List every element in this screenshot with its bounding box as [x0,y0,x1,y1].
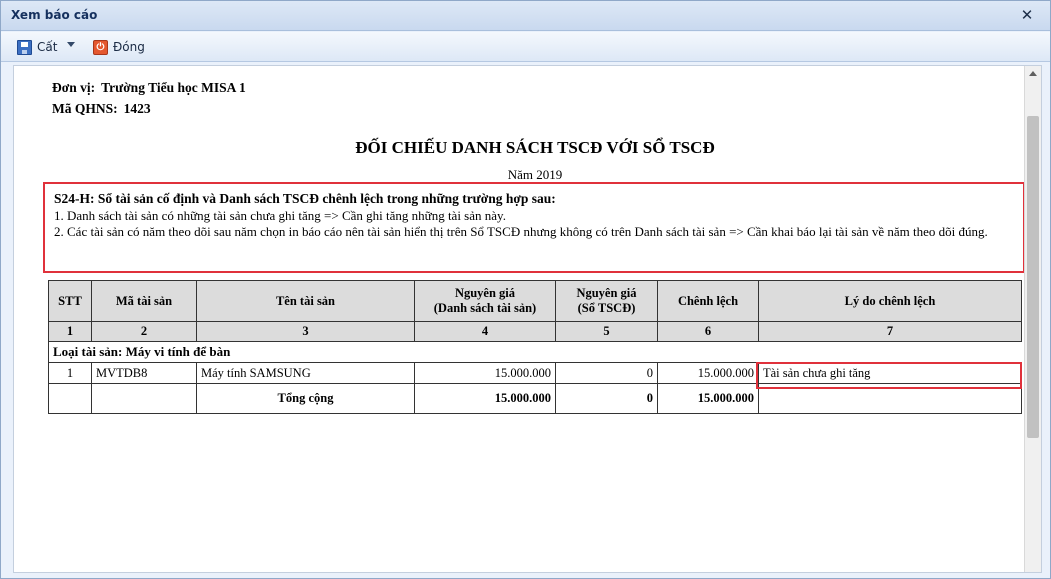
total-cost-book: 0 [555,383,658,414]
index-cell: 1 [48,321,92,342]
header-cost-book-line2: (Sổ TSCĐ) [577,301,636,315]
header-asset-code: Mã tài sản [91,280,197,322]
scroll-thumb[interactable] [1027,116,1039,438]
save-button-label: Cất [37,40,58,54]
header-cost-book: Nguyên giá (Sổ TSCĐ) [555,280,658,322]
index-cell: 3 [196,321,415,342]
group-row: Loại tài sản: Máy vi tính để bàn [48,341,1022,363]
unit-line: Đơn vị: Trường Tiểu học MISA 1 [52,80,246,96]
unit-value: Trường Tiểu học MISA 1 [101,80,246,95]
comparison-table: STT Mã tài sản Tên tài sản Nguyên giá (D… [48,280,1022,414]
window-title: Xem báo cáo [11,8,98,22]
close-report-button[interactable]: ⏻ Đóng [93,37,145,57]
note-box: S24-H: Sổ tài sản cố định và Danh sách T… [43,182,1025,273]
save-dropdown-chevron-down-icon[interactable] [67,42,75,47]
cell-difference: 15.000.000 [657,362,759,384]
index-cell: 4 [414,321,556,342]
report-page: Đơn vị: Trường Tiểu học MISA 1 Mã QHNS: 14… [14,66,1025,572]
unit-label: Đơn vị: [52,80,96,95]
code-label: Mã QHNS: [52,101,118,116]
close-button-label: Đóng [113,40,145,54]
header-cost-list: Nguyên giá (Danh sách tài sản) [414,280,556,322]
toolbar: Cất ⏻ Đóng [1,32,1050,62]
note-line-1: 1. Danh sách tài sản có những tài sản ch… [54,208,506,223]
total-empty-code [91,383,197,414]
save-icon [17,39,32,55]
title-bar: Xem báo cáo ✕ [1,1,1050,31]
scroll-up-arrow-icon[interactable] [1029,71,1037,76]
vertical-scrollbar[interactable] [1024,66,1041,572]
report-title: ĐỐI CHIẾU DANH SÁCH TSCĐ VỚI SỔ TSCĐ [355,138,715,157]
power-icon: ⏻ [93,39,108,55]
note-heading: S24-H: Sổ tài sản cố định và Danh sách T… [54,191,556,206]
code-value: 1423 [123,101,151,116]
header-cost-list-line1: Nguyên giá [454,286,516,300]
report-viewer-window: Xem báo cáo ✕ Cất ⏻ Đóng Đơn vị: Trường T… [0,0,1051,579]
total-label: Tổng cộng [196,383,415,414]
header-reason: Lý do chênh lệch [758,280,1022,322]
note-line-2: 2. Các tài sản có năm theo dõi sau năm c… [54,224,988,239]
save-button[interactable]: Cất [17,37,57,57]
code-line: Mã QHNS: 1423 [52,101,151,117]
header-difference: Chênh lệch [657,280,759,322]
cell-cost-list: 15.000.000 [414,362,556,384]
cell-stt: 1 [48,362,92,384]
index-cell: 6 [657,321,759,342]
index-cell: 2 [91,321,197,342]
header-stt: STT [48,280,92,322]
total-cost-list: 15.000.000 [414,383,556,414]
report-year: Năm 2019 [507,167,563,182]
group-label: Loại tài sản: Máy vi tính để bàn [48,341,1022,363]
index-cell: 5 [555,321,658,342]
header-cost-list-line2: (Danh sách tài sản) [433,301,537,315]
header-asset-name: Tên tài sản [196,280,415,322]
reason-highlight-box [756,362,1022,389]
close-icon[interactable]: ✕ [1018,6,1036,24]
report-viewport: Đơn vị: Trường Tiểu học MISA 1 Mã QHNS: 14… [13,65,1042,573]
cell-asset-name: Máy tính SAMSUNG [196,362,415,384]
cell-cost-book: 0 [555,362,658,384]
index-cell: 7 [758,321,1022,342]
header-cost-book-line1: Nguyên giá [576,286,637,300]
total-empty-stt [48,383,92,414]
cell-asset-code: MVTDB8 [91,362,197,384]
total-difference: 15.000.000 [657,383,759,414]
